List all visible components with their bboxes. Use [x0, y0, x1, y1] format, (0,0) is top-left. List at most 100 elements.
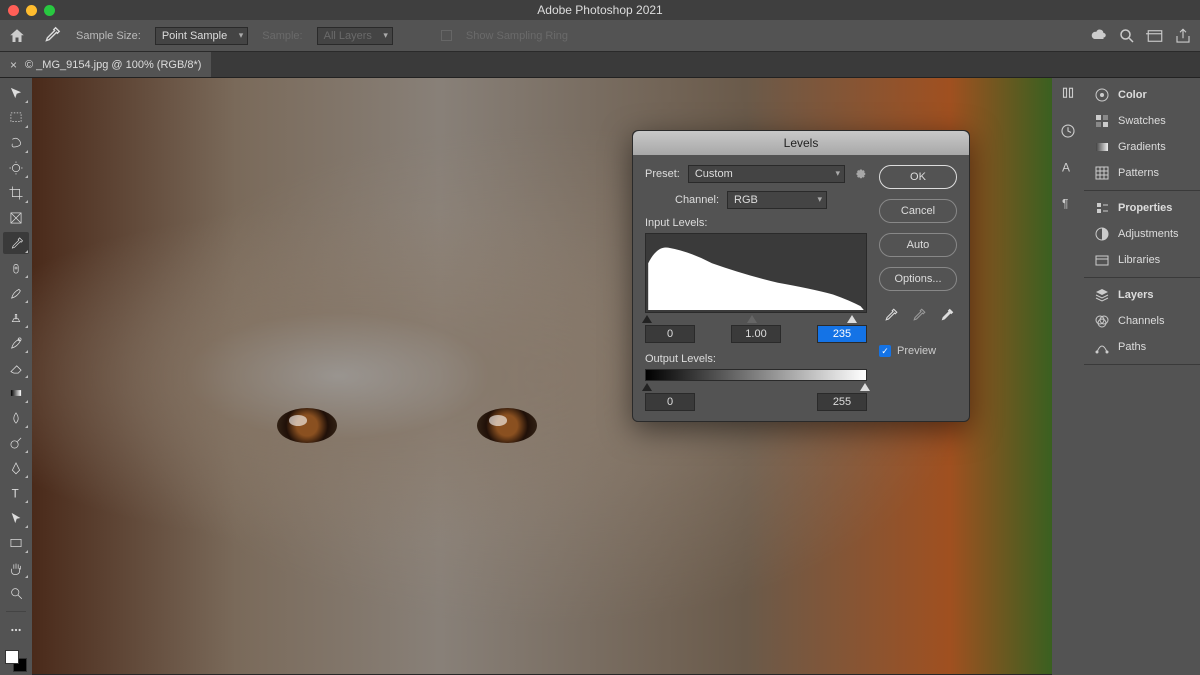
document-tab[interactable]: × © _MG_9154.jpg @ 100% (RGB/8*): [0, 52, 211, 77]
sample-size-dropdown[interactable]: Point Sample: [155, 27, 248, 45]
input-white-slider[interactable]: [847, 315, 857, 323]
path-select-tool[interactable]: [3, 507, 29, 529]
black-point-eyedropper-icon[interactable]: [881, 307, 899, 325]
edit-toolbar-button[interactable]: [3, 619, 29, 641]
healing-brush-tool[interactable]: [3, 257, 29, 279]
panel-label: Patterns: [1118, 167, 1159, 179]
panel-label: Libraries: [1118, 254, 1160, 266]
libraries-icon: [1094, 252, 1110, 268]
panel-tab-properties[interactable]: Properties: [1084, 195, 1200, 221]
color-swatches[interactable]: [5, 650, 27, 672]
collapsed-panel-strip: A ¶: [1052, 78, 1084, 675]
tab-title: © _MG_9154.jpg @ 100% (RGB/8*): [25, 59, 201, 71]
rectangle-tool[interactable]: [3, 532, 29, 554]
panel-label: Color: [1118, 89, 1147, 101]
dodge-tool[interactable]: [3, 432, 29, 454]
window-close-button[interactable]: [8, 5, 19, 16]
show-sampling-ring-label: Show Sampling Ring: [466, 30, 568, 42]
cloud-icon[interactable]: [1090, 27, 1108, 45]
tab-close-button[interactable]: ×: [10, 58, 17, 72]
sample-size-label: Sample Size:: [76, 30, 141, 42]
pen-tool[interactable]: [3, 457, 29, 479]
history-panel-icon[interactable]: [1059, 122, 1077, 140]
brush-tool[interactable]: [3, 282, 29, 304]
workspace-icon[interactable]: [1146, 27, 1164, 45]
preset-dropdown[interactable]: Custom: [688, 165, 845, 183]
panel-tab-gradients[interactable]: Gradients: [1084, 134, 1200, 160]
input-gamma-slider[interactable]: [747, 315, 757, 323]
output-gradient: [645, 369, 867, 381]
title-bar: Adobe Photoshop 2021: [0, 0, 1200, 20]
current-tool-icon[interactable]: [40, 25, 62, 47]
output-levels-label: Output Levels:: [645, 353, 867, 365]
eraser-tool[interactable]: [3, 357, 29, 379]
svg-text:T: T: [12, 487, 19, 500]
panel-tab-swatches[interactable]: Swatches: [1084, 108, 1200, 134]
output-slider[interactable]: [645, 383, 867, 391]
panel-tab-paths[interactable]: Paths: [1084, 334, 1200, 360]
sample-label: Sample:: [262, 30, 302, 42]
gray-point-eyedropper-icon[interactable]: [909, 307, 927, 325]
output-black-slider[interactable]: [642, 383, 652, 391]
properties-icon: [1094, 200, 1110, 216]
share-icon[interactable]: [1174, 27, 1192, 45]
patterns-icon: [1094, 165, 1110, 181]
window-minimize-button[interactable]: [26, 5, 37, 16]
panel-tab-color[interactable]: Color: [1084, 82, 1200, 108]
quick-select-tool[interactable]: [3, 157, 29, 179]
app-title: Adobe Photoshop 2021: [537, 3, 662, 17]
adjustments-icon: [1094, 226, 1110, 242]
paragraph-panel-icon[interactable]: ¶: [1059, 194, 1077, 212]
auto-button[interactable]: Auto: [879, 233, 957, 257]
color-icon: [1094, 87, 1110, 103]
blur-tool[interactable]: [3, 407, 29, 429]
clone-stamp-tool[interactable]: [3, 307, 29, 329]
panel-tab-adjustments[interactable]: Adjustments: [1084, 221, 1200, 247]
character-panel-icon[interactable]: A: [1059, 158, 1077, 176]
zoom-tool[interactable]: [3, 582, 29, 604]
preset-label: Preset:: [645, 168, 680, 180]
channel-label: Channel:: [675, 194, 719, 206]
panel-label: Properties: [1118, 202, 1172, 214]
search-icon[interactable]: [1118, 27, 1136, 45]
lasso-tool[interactable]: [3, 132, 29, 154]
panel-tab-patterns[interactable]: Patterns: [1084, 160, 1200, 186]
input-gamma-field[interactable]: [731, 325, 781, 343]
panel-dock: Color SwatchesGradients Patterns Properties…: [1084, 78, 1200, 675]
move-tool[interactable]: [3, 82, 29, 104]
cancel-button[interactable]: Cancel: [879, 199, 957, 223]
window-maximize-button[interactable]: [44, 5, 55, 16]
white-point-eyedropper-icon[interactable]: [937, 307, 955, 325]
frame-tool[interactable]: [3, 207, 29, 229]
marquee-tool[interactable]: [3, 107, 29, 129]
output-white-field[interactable]: [817, 393, 867, 411]
hand-tool[interactable]: [3, 557, 29, 579]
show-sampling-ring-checkbox[interactable]: [441, 30, 452, 41]
panel-tab-layers[interactable]: Layers: [1084, 282, 1200, 308]
panel-label: Adjustments: [1118, 228, 1179, 240]
options-button[interactable]: Options...: [879, 267, 957, 291]
preset-menu-icon[interactable]: [853, 166, 867, 183]
ok-button[interactable]: OK: [879, 165, 957, 189]
output-black-field[interactable]: [645, 393, 695, 411]
input-black-slider[interactable]: [642, 315, 652, 323]
type-tool[interactable]: T: [3, 482, 29, 504]
input-white-field[interactable]: [817, 325, 867, 343]
preview-checkbox[interactable]: ✓: [879, 345, 891, 357]
svg-text:A: A: [1062, 161, 1070, 175]
eyedropper-tool[interactable]: [3, 232, 29, 254]
dialog-title[interactable]: Levels: [633, 131, 969, 155]
history-brush-tool[interactable]: [3, 332, 29, 354]
gradient-tool[interactable]: [3, 382, 29, 404]
input-black-field[interactable]: [645, 325, 695, 343]
channel-dropdown[interactable]: RGB: [727, 191, 827, 209]
home-icon[interactable]: [8, 27, 26, 45]
brush-panel-icon[interactable]: [1059, 86, 1077, 104]
crop-tool[interactable]: [3, 182, 29, 204]
output-white-slider[interactable]: [860, 383, 870, 391]
input-slider[interactable]: [645, 315, 867, 323]
options-bar: Sample Size: Point Sample Sample: All La…: [0, 20, 1200, 52]
panel-tab-channels[interactable]: Channels: [1084, 308, 1200, 334]
panel-tab-libraries[interactable]: Libraries: [1084, 247, 1200, 273]
sample-dropdown: All Layers: [317, 27, 393, 45]
